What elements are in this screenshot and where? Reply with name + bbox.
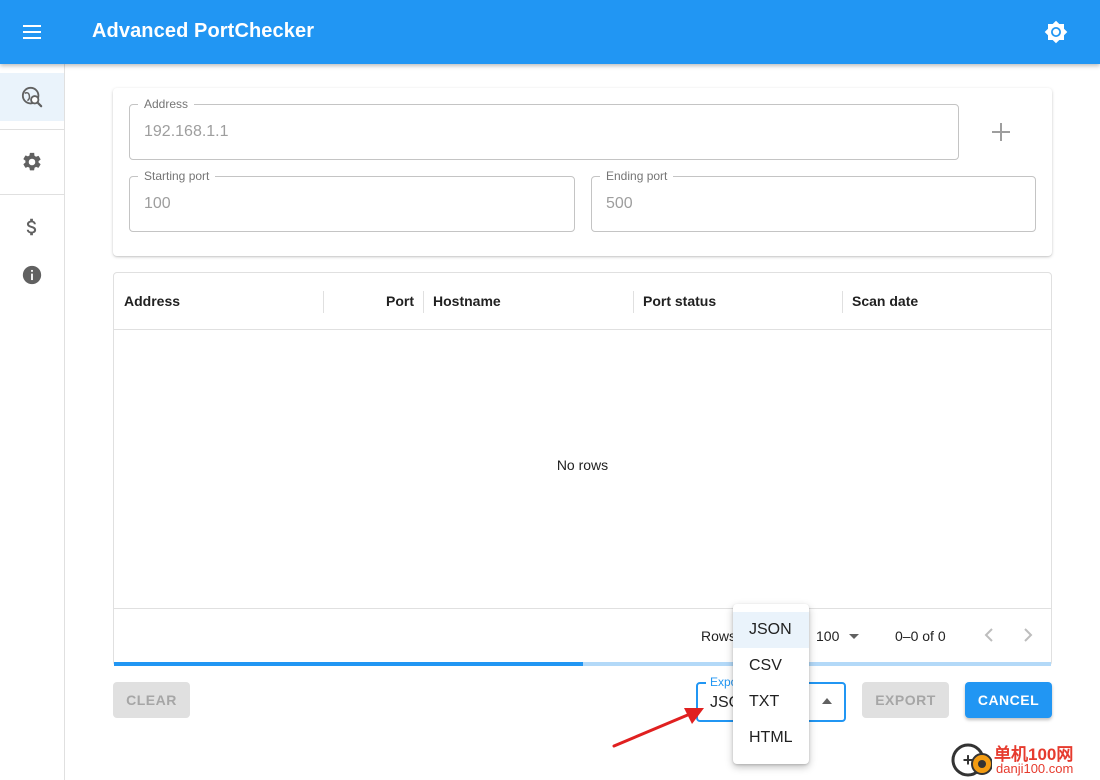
rail-item-about[interactable] [0, 251, 64, 299]
rows-per-page-label: Rows [701, 628, 737, 644]
export-format-menu: JSON CSV TXT HTML [733, 604, 809, 764]
menu-option-txt[interactable]: TXT [733, 684, 809, 720]
scan-form-card: Address 192.168.1.1 Starting port 100 En… [113, 88, 1052, 256]
theme-toggle-button[interactable] [1040, 16, 1072, 48]
column-header-address[interactable]: Address [124, 273, 180, 329]
plus-icon [992, 123, 1010, 141]
address-field[interactable]: Address 192.168.1.1 [129, 97, 959, 160]
ending-port-field[interactable]: Ending port 500 [591, 169, 1036, 232]
scan-progress-fill [114, 662, 583, 666]
dollar-icon [26, 218, 37, 236]
cancel-button[interactable]: CANCEL [965, 682, 1052, 718]
info-icon [22, 265, 42, 285]
column-header-port-status[interactable]: Port status [643, 273, 716, 329]
app-bar: Advanced PortChecker [0, 0, 1100, 64]
next-page-icon[interactable] [1023, 628, 1033, 642]
address-input[interactable]: 192.168.1.1 [144, 123, 229, 141]
rows-per-page-value: 100 [816, 628, 840, 644]
navigation-rail [0, 64, 65, 780]
starting-port-field[interactable]: Starting port 100 [129, 169, 575, 232]
menu-option-json[interactable]: JSON [733, 612, 809, 648]
address-label: Address [138, 97, 195, 111]
no-rows-message: No rows [556, 457, 609, 473]
ending-port-label: Ending port [600, 169, 674, 183]
grid-footer: Rows 100 0–0 of 0 [114, 608, 1051, 661]
globe-search-icon [21, 86, 43, 108]
rail-item-donate[interactable] [0, 203, 64, 251]
column-header-port[interactable]: Port [323, 273, 414, 329]
annotation-arrow [612, 708, 704, 748]
site-watermark: + 单机100网 danji100.com [950, 738, 1100, 780]
watermark-logo-icon: + [951, 743, 992, 777]
ending-port-input[interactable]: 500 [606, 195, 633, 213]
column-header-scan-date[interactable]: Scan date [852, 273, 918, 329]
gear-icon [23, 152, 41, 171]
menu-option-csv[interactable]: CSV [733, 648, 809, 684]
pagination-range: 0–0 of 0 [895, 628, 946, 644]
starting-port-input[interactable]: 100 [144, 195, 171, 213]
rows-per-page-select[interactable]: 100 [816, 628, 860, 644]
previous-page-icon[interactable] [984, 628, 994, 642]
hamburger-menu-icon [23, 25, 41, 39]
watermark-en-text: danji100.com [996, 761, 1074, 776]
rail-item-scan[interactable] [0, 73, 64, 121]
starting-port-label: Starting port [138, 169, 216, 183]
results-grid: Address Port Hostname Port status Scan d… [113, 272, 1052, 666]
app-title: Advanced PortChecker [92, 20, 315, 42]
menu-button[interactable] [16, 16, 48, 48]
export-button[interactable]: EXPORT [862, 682, 949, 718]
caret-up-icon [822, 698, 832, 704]
clear-button[interactable]: CLEAR [113, 682, 190, 718]
rail-item-settings[interactable] [0, 138, 64, 186]
menu-option-html[interactable]: HTML [733, 720, 809, 756]
brightness-icon [1044, 20, 1068, 44]
scan-progress-bar [114, 662, 1051, 666]
grid-header: Address Port Hostname Port status Scan d… [114, 273, 1051, 330]
add-address-button[interactable] [983, 114, 1019, 150]
column-header-hostname[interactable]: Hostname [433, 273, 501, 329]
caret-down-icon [849, 634, 860, 640]
